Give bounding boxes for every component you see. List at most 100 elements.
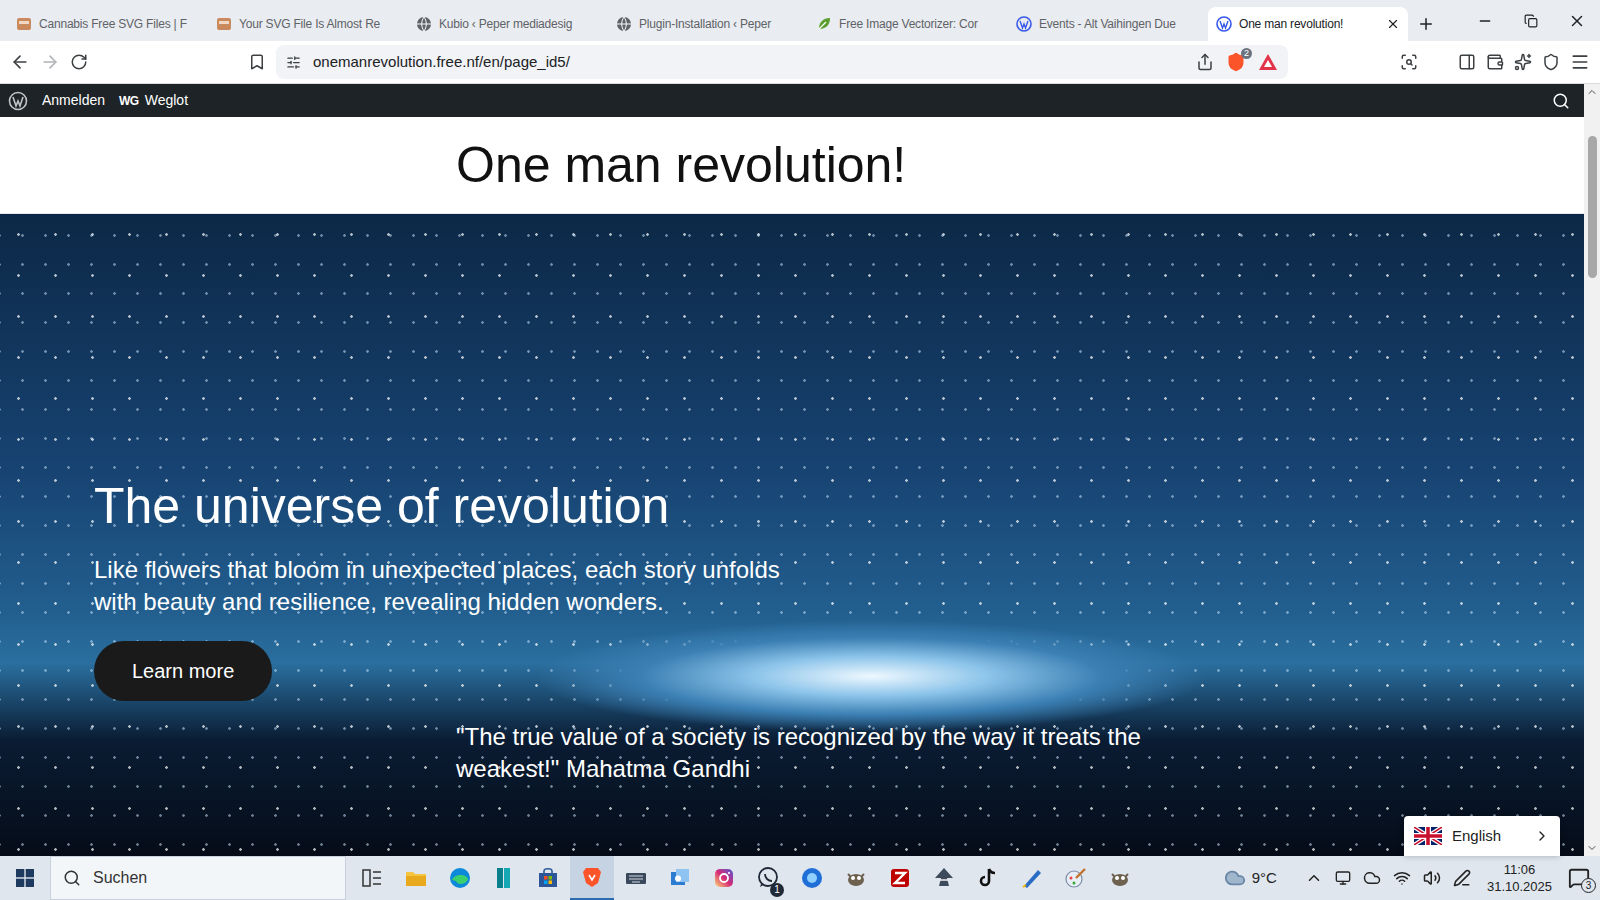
wifi-icon[interactable] bbox=[1393, 869, 1411, 887]
vpn-icon[interactable] bbox=[1542, 53, 1560, 71]
hero-heading: The universe of revolution bbox=[94, 476, 669, 536]
bookmark-icon[interactable] bbox=[248, 53, 266, 71]
page: Anmelden WGWeglot One man revolution! The u… bbox=[0, 84, 1584, 856]
hero-content: The universe of revolution Like flowers t… bbox=[0, 214, 1584, 786]
taskbar-app[interactable] bbox=[438, 856, 482, 900]
taskbar-app[interactable]: 1 bbox=[746, 856, 790, 900]
login-link[interactable]: Anmelden bbox=[42, 90, 105, 111]
minimize-button[interactable] bbox=[1462, 0, 1508, 41]
admin-bar: Anmelden WGWeglot bbox=[0, 84, 1584, 117]
windows-logo-icon bbox=[16, 869, 34, 887]
shield-count-badge: 2 bbox=[1241, 48, 1252, 59]
taskbar-app[interactable] bbox=[1054, 856, 1098, 900]
browser-tab[interactable]: One man revolution! bbox=[1208, 7, 1408, 41]
scrollbar-thumb[interactable] bbox=[1588, 136, 1597, 278]
plus-icon bbox=[1417, 15, 1435, 33]
time: 11:06 bbox=[1504, 861, 1536, 878]
language-switcher[interactable]: English bbox=[1404, 816, 1560, 856]
weather-icon[interactable] bbox=[1224, 867, 1246, 889]
tab-title: Cannabis Free SVG Files | F bbox=[39, 15, 200, 33]
taskbar-app[interactable] bbox=[1010, 856, 1054, 900]
forward-icon[interactable] bbox=[40, 52, 60, 72]
notification-badge: 3 bbox=[1581, 878, 1596, 893]
keyboard-icon bbox=[624, 866, 648, 890]
learn-more-button[interactable]: Learn more bbox=[94, 641, 272, 701]
taskbar-app[interactable] bbox=[350, 856, 394, 900]
shields-button[interactable]: 2 bbox=[1226, 52, 1246, 72]
taskbar-app[interactable] bbox=[922, 856, 966, 900]
notification-button[interactable]: 3 bbox=[1568, 867, 1590, 889]
search-icon[interactable] bbox=[1552, 92, 1570, 110]
wordpress-favicon-icon bbox=[1016, 16, 1032, 32]
gimp-icon bbox=[844, 866, 868, 890]
browser-tab[interactable]: Your SVG File Is Almost Re bbox=[208, 7, 408, 41]
hero-text: Like flowers that bloom in unexpected pl… bbox=[94, 554, 784, 619]
hero-section: The universe of revolution Like flowers t… bbox=[0, 214, 1584, 856]
back-icon[interactable] bbox=[10, 52, 30, 72]
scroll-down-icon[interactable] bbox=[1586, 842, 1598, 854]
leo-icon[interactable] bbox=[1514, 53, 1532, 71]
screen: Cannabis Free SVG Files | F Your SVG File… bbox=[0, 0, 1600, 900]
scrollbar[interactable] bbox=[1584, 84, 1600, 856]
taskbar-app[interactable] bbox=[966, 856, 1010, 900]
globe-favicon-icon bbox=[616, 16, 632, 32]
site-info-icon[interactable] bbox=[286, 55, 301, 70]
meet-icon[interactable] bbox=[1335, 870, 1351, 886]
site-title[interactable]: One man revolution! bbox=[456, 128, 906, 203]
gimp-icon bbox=[1108, 866, 1132, 890]
volume-icon[interactable] bbox=[1423, 869, 1441, 887]
pen-workspace-icon[interactable] bbox=[1453, 869, 1471, 887]
task-view-icon bbox=[360, 866, 384, 890]
app-badge: 1 bbox=[770, 883, 784, 897]
restore-button[interactable] bbox=[1508, 0, 1554, 41]
weglot-menu[interactable]: WGWeglot bbox=[119, 90, 188, 111]
start-button[interactable] bbox=[0, 856, 50, 900]
taskbar-search[interactable]: Suchen bbox=[50, 856, 346, 900]
wallet-icon[interactable] bbox=[1486, 53, 1504, 71]
taskbar-app[interactable] bbox=[570, 856, 614, 900]
reader-icon[interactable] bbox=[1400, 53, 1418, 71]
taskbar: Suchen 1 9°C 11:0631.10.2025 3 bbox=[0, 856, 1600, 900]
clock[interactable]: 11:0631.10.2025 bbox=[1483, 861, 1556, 895]
taskbar-app[interactable] bbox=[878, 856, 922, 900]
taskbar-app[interactable] bbox=[790, 856, 834, 900]
reload-icon[interactable] bbox=[70, 53, 88, 71]
menu-icon[interactable] bbox=[1570, 52, 1590, 72]
date: 31.10.2025 bbox=[1487, 878, 1552, 895]
browser-tab[interactable]: Events - Alt Vaihingen Due bbox=[1008, 7, 1208, 41]
sidebar-icon[interactable] bbox=[1458, 53, 1476, 71]
close-tab-icon[interactable] bbox=[1386, 17, 1400, 31]
taskbar-app[interactable] bbox=[658, 856, 702, 900]
tab-title: Plugin-Installation ‹ Peper bbox=[639, 15, 800, 33]
photo-favicon-icon bbox=[16, 16, 32, 32]
taskbar-app[interactable] bbox=[1098, 856, 1142, 900]
close-button[interactable] bbox=[1554, 0, 1600, 41]
browser-tab[interactable]: Plugin-Installation ‹ Peper bbox=[608, 7, 808, 41]
browser-tab[interactable]: Cannabis Free SVG Files | F bbox=[8, 7, 208, 41]
wordpress-logo-icon[interactable] bbox=[8, 91, 28, 111]
taskbar-app[interactable] bbox=[394, 856, 438, 900]
taskbar-app[interactable] bbox=[526, 856, 570, 900]
browser-tab[interactable]: Free Image Vectorizer: Cor bbox=[808, 7, 1008, 41]
restore-icon bbox=[1524, 14, 1538, 28]
taskbar-app[interactable] bbox=[614, 856, 658, 900]
tab-title: Your SVG File Is Almost Re bbox=[239, 15, 400, 33]
store-icon bbox=[536, 866, 560, 890]
scroll-up-icon[interactable] bbox=[1586, 86, 1598, 98]
share-icon[interactable] bbox=[1196, 53, 1214, 71]
weather-temp[interactable]: 9°C bbox=[1252, 867, 1277, 890]
omnibox[interactable]: onemanrevolution.free.nf/en/page_id5/2 bbox=[276, 45, 1288, 79]
taskbar-app[interactable] bbox=[834, 856, 878, 900]
new-tab-button[interactable] bbox=[1408, 7, 1444, 41]
rewards-triangle-icon[interactable] bbox=[1258, 53, 1278, 71]
onedrive-icon[interactable] bbox=[1363, 869, 1381, 887]
taskbar-app[interactable] bbox=[702, 856, 746, 900]
weglot-logo: WG bbox=[119, 92, 139, 110]
site-header: One man revolution! bbox=[0, 117, 1584, 214]
mail-icon bbox=[668, 866, 692, 890]
tray-overflow-icon[interactable] bbox=[1305, 869, 1323, 887]
pen-icon bbox=[1020, 866, 1044, 890]
taskbar-app[interactable] bbox=[482, 856, 526, 900]
horizon-glow bbox=[0, 214, 1584, 856]
browser-tab[interactable]: Kubio ‹ Peper mediadesig bbox=[408, 7, 608, 41]
